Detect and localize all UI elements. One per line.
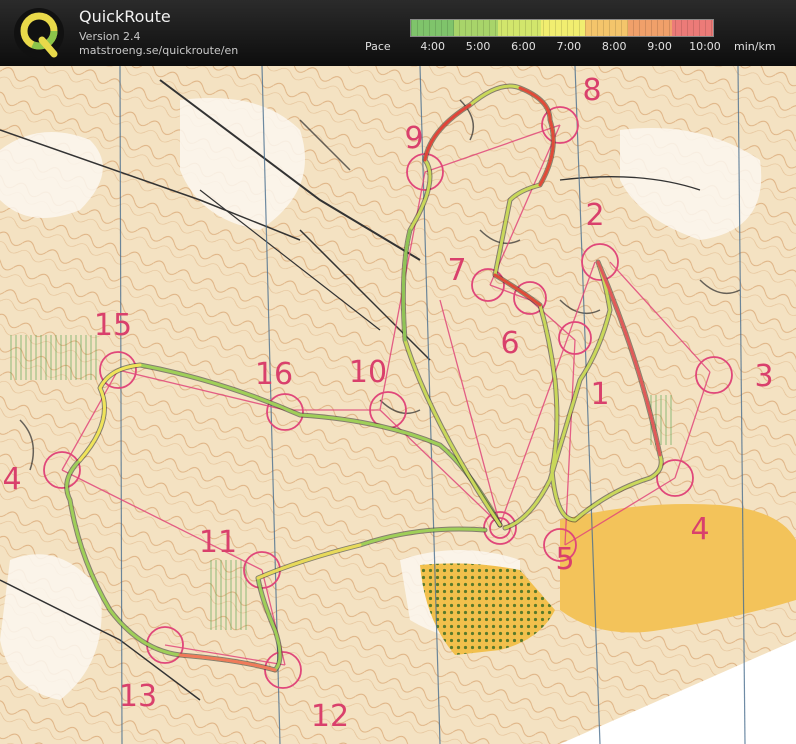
pace-scale-tick — [447, 20, 448, 36]
orienteering-map[interactable]: 2 3 4 5 1 6 7 8 9 10 16 15 4 11 12 13 — [0, 66, 796, 744]
control-number-label: 6 — [500, 326, 519, 361]
pace-scale-tick — [711, 20, 712, 36]
control-number-label: 10 — [349, 355, 387, 390]
pace-scale-tick — [567, 20, 568, 36]
pace-scale-tick — [417, 20, 418, 36]
pace-tick-label: 8:00 — [601, 40, 627, 53]
pace-color-segment — [497, 20, 543, 36]
pace-scale-tick — [591, 20, 592, 36]
pace-scale-tick — [555, 20, 556, 36]
app-url[interactable]: matstroeng.se/quickroute/en — [79, 44, 238, 57]
pace-scale-tick — [465, 20, 466, 36]
control-number-label: 11 — [199, 525, 237, 560]
pace-scale-tick — [615, 20, 616, 36]
pace-scale-tick — [543, 20, 544, 36]
pace-scale-tick — [483, 20, 484, 36]
app-version: Version 2.4 — [79, 30, 141, 43]
pace-scale-tick — [435, 20, 436, 36]
pace-scale-tick — [573, 20, 574, 36]
pace-tick-label: 6:00 — [511, 40, 536, 53]
pace-scale-tick — [609, 20, 610, 36]
pace-scale-tick — [495, 20, 496, 36]
map-canvas: 2345167891016154111213 — [0, 66, 796, 744]
quickroute-view: QuickRoute Version 2.4 matstroeng.se/qui… — [0, 0, 796, 744]
pace-scale-tick — [633, 20, 634, 36]
control-number-label: 5 — [555, 542, 574, 577]
header-bar: QuickRoute Version 2.4 matstroeng.se/qui… — [0, 0, 796, 66]
pace-scale-tick — [657, 20, 658, 36]
quickroute-logo-icon — [14, 8, 64, 58]
control-number-label: 4 — [2, 462, 21, 497]
pace-scale-tick — [597, 20, 598, 36]
pace-scale-tick — [459, 20, 460, 36]
pace-scale-tick — [513, 20, 514, 36]
pace-scale-tick — [651, 20, 652, 36]
pace-scale-tick — [699, 20, 700, 36]
pace-scale-tick — [531, 20, 532, 36]
pace-tick-label: 4:00 — [420, 40, 446, 53]
pace-scale-tick — [585, 20, 586, 36]
pace-scale-tick — [675, 20, 676, 36]
app-title: QuickRoute — [79, 7, 171, 26]
pace-scale-tick — [669, 20, 670, 36]
pace-label: Pace — [365, 40, 391, 53]
pace-scale-tick — [453, 20, 454, 36]
pace-scale-tick — [621, 20, 622, 36]
pace-tick-label: 7:00 — [556, 40, 582, 53]
control-number-label: 1 — [590, 377, 609, 412]
pace-scale-tick — [579, 20, 580, 36]
pace-tick-label: 9:00 — [647, 40, 672, 53]
control-number-label: 16 — [255, 357, 293, 392]
control-number-label: 13 — [119, 679, 157, 714]
control-number-label: 2 — [585, 198, 604, 233]
pace-scale-tick — [645, 20, 646, 36]
pace-color-scale — [410, 19, 714, 37]
pace-scale-tick — [549, 20, 550, 36]
control-number-label: 8 — [582, 73, 601, 108]
pace-scale-tick — [429, 20, 430, 36]
pace-scale-tick — [441, 20, 442, 36]
pace-tick-label: 10:00 — [689, 40, 721, 53]
pace-scale-tick — [603, 20, 604, 36]
pace-scale-tick — [627, 20, 628, 36]
pace-scale-tick — [423, 20, 424, 36]
control-number-label: 3 — [754, 359, 773, 394]
control-number-label: 4 — [690, 512, 709, 547]
pace-unit: min/km — [734, 40, 776, 53]
control-number-label: 9 — [404, 121, 423, 156]
pace-scale-tick — [681, 20, 682, 36]
pace-scale-tick — [705, 20, 706, 36]
pace-scale-tick — [501, 20, 502, 36]
control-number-label: 7 — [447, 253, 466, 288]
pace-scale-tick — [639, 20, 640, 36]
pace-scale-tick — [525, 20, 526, 36]
pace-scale-tick — [471, 20, 472, 36]
pace-scale-tick — [561, 20, 562, 36]
pace-scale-tick — [537, 20, 538, 36]
pace-scale-tick — [477, 20, 478, 36]
pace-scale-tick — [489, 20, 490, 36]
pace-scale-tick — [693, 20, 694, 36]
pace-scale-tick — [507, 20, 508, 36]
pace-scale-tick — [519, 20, 520, 36]
control-number-label: 12 — [311, 699, 349, 734]
pace-scale-tick — [687, 20, 688, 36]
pace-scale-tick — [663, 20, 664, 36]
control-number-label: 15 — [94, 308, 132, 343]
pace-tick-label: 5:00 — [465, 40, 491, 53]
pace-scale-tick — [411, 20, 412, 36]
